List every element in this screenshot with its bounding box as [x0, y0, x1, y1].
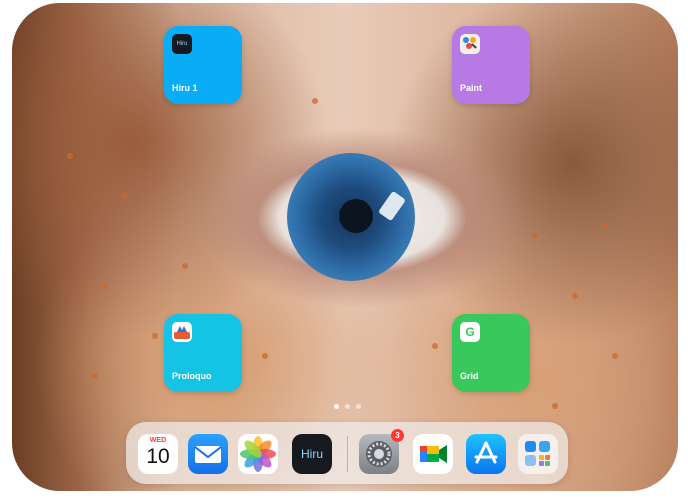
mail-icon [194, 446, 222, 463]
proloquo-icon [172, 322, 192, 342]
dock-mail-app[interactable] [188, 434, 228, 474]
page-indicator[interactable] [334, 404, 361, 409]
app-tile-label: Paint [460, 83, 483, 93]
dock-meet-app[interactable] [413, 434, 453, 474]
page-dot[interactable] [334, 404, 339, 409]
dock-divider [347, 436, 348, 472]
app-tile-label: Proloquo [172, 371, 212, 381]
wallpaper-eye-pupil [339, 199, 373, 233]
hiru-icon: Hiru [172, 34, 192, 54]
meet-icon [420, 445, 447, 463]
app-library-icon [525, 441, 550, 466]
app-tile-paint[interactable]: Paint [452, 26, 530, 104]
page-dot[interactable] [356, 404, 361, 409]
calendar-day: 10 [146, 445, 170, 468]
hiru-dock-icon-text: Hiru [300, 447, 323, 461]
calendar-weekday: WED [149, 437, 167, 444]
grid-icon-text: G [465, 325, 475, 339]
dock-app-store-app[interactable] [466, 434, 506, 474]
app-tile-hiru-1[interactable]: Hiru Hiru 1 [164, 26, 242, 104]
dock-photos-app[interactable] [238, 434, 278, 474]
app-tile-grid[interactable]: G Grid [452, 314, 530, 392]
hiru-icon-text: Hiru [176, 41, 188, 47]
app-store-icon [474, 441, 498, 464]
dock-settings-app[interactable]: 3 [359, 429, 404, 474]
page-dot[interactable] [345, 404, 350, 409]
dock: WED 10 Hiru 3 [126, 422, 568, 484]
app-tile-label: Grid [460, 371, 479, 381]
dock-hiru-app[interactable]: Hiru [292, 434, 332, 474]
photos-icon [240, 436, 276, 472]
grid-icon: G [460, 322, 480, 342]
dock-app-library[interactable] [518, 434, 558, 474]
notification-badge: 3 [391, 429, 404, 442]
ipad-screen [12, 3, 678, 491]
app-tile-proloquo[interactable]: Proloquo [164, 314, 242, 392]
app-tile-label: Hiru 1 [172, 83, 198, 93]
paint-icon [460, 34, 480, 54]
dock-calendar-app[interactable]: WED 10 [138, 434, 178, 474]
